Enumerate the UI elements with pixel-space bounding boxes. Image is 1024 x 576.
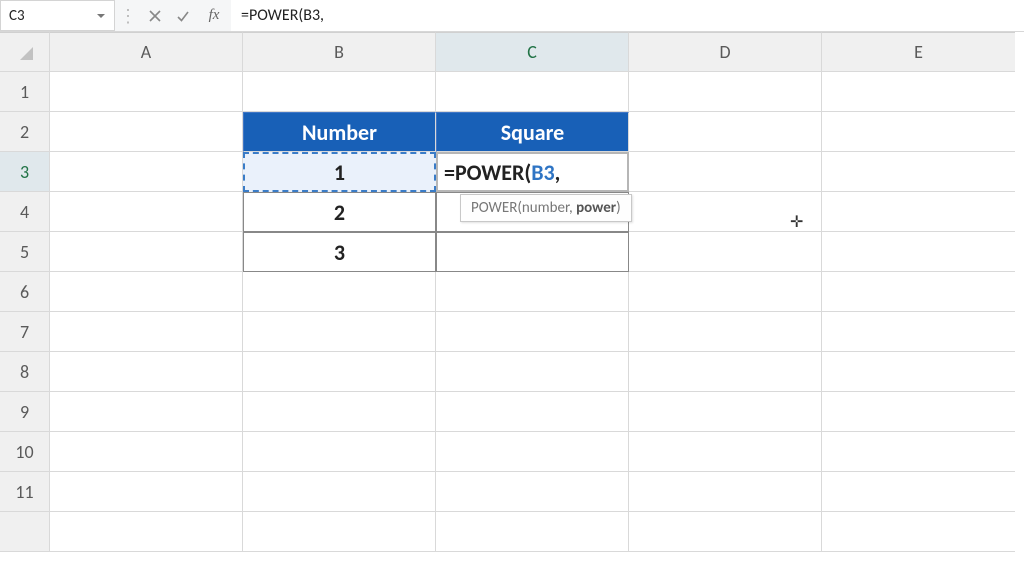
cell-e3[interactable]: [822, 152, 1015, 192]
formula-input-value: =POWER(B3,: [241, 6, 324, 25]
cell-d10[interactable]: [629, 432, 822, 472]
cell-e12[interactable]: [822, 512, 1015, 552]
cell-a3[interactable]: [50, 152, 243, 192]
row-header-12[interactable]: [0, 512, 50, 552]
cell-a8[interactable]: [50, 352, 243, 392]
cell-b12[interactable]: [243, 512, 436, 552]
cell-d11[interactable]: [629, 472, 822, 512]
cell-a2[interactable]: [50, 112, 243, 152]
cell-d1[interactable]: [629, 72, 822, 112]
cell-c1[interactable]: [436, 72, 629, 112]
spreadsheet-grid[interactable]: A B C D E 1 2 Number Square 3 1 =POWER(B…: [0, 32, 1024, 552]
cell-c8[interactable]: [436, 352, 629, 392]
cell-a12[interactable]: [50, 512, 243, 552]
formula-suffix: ,: [555, 159, 561, 186]
table-header-square[interactable]: Square: [436, 112, 629, 152]
cell-d7[interactable]: [629, 312, 822, 352]
cell-b11[interactable]: [243, 472, 436, 512]
cell-b10[interactable]: [243, 432, 436, 472]
cell-e6[interactable]: [822, 272, 1015, 312]
cell-c11[interactable]: [436, 472, 629, 512]
row-header-3[interactable]: 3: [0, 152, 50, 192]
col-header-b[interactable]: B: [243, 32, 436, 72]
select-all-corner[interactable]: [0, 32, 50, 72]
cell-e10[interactable]: [822, 432, 1015, 472]
cell-d2[interactable]: [629, 112, 822, 152]
row-header-9[interactable]: 9: [0, 392, 50, 432]
table-header-number[interactable]: Number: [243, 112, 436, 152]
row-header-7[interactable]: 7: [0, 312, 50, 352]
formula-input[interactable]: =POWER(B3,: [231, 0, 1024, 31]
cell-d12[interactable]: [629, 512, 822, 552]
cell-b5[interactable]: 3: [243, 232, 436, 272]
cell-d6[interactable]: [629, 272, 822, 312]
cell-a1[interactable]: [50, 72, 243, 112]
function-tooltip[interactable]: POWER(number, power): [460, 194, 632, 222]
formula-prefix: =POWER(: [444, 159, 531, 186]
tooltip-fn: POWER: [471, 199, 517, 217]
cell-c12[interactable]: [436, 512, 629, 552]
cell-a4[interactable]: [50, 192, 243, 232]
row-header-10[interactable]: 10: [0, 432, 50, 472]
row-header-5[interactable]: 5: [0, 232, 50, 272]
cell-b7[interactable]: [243, 312, 436, 352]
cell-a5[interactable]: [50, 232, 243, 272]
cell-e2[interactable]: [822, 112, 1015, 152]
cell-c3-formula: =POWER(B3,: [444, 159, 560, 186]
cell-b8[interactable]: [243, 352, 436, 392]
cell-a10[interactable]: [50, 432, 243, 472]
cell-e7[interactable]: [822, 312, 1015, 352]
cell-c6[interactable]: [436, 272, 629, 312]
cell-a11[interactable]: [50, 472, 243, 512]
cell-d8[interactable]: [629, 352, 822, 392]
row-header-2[interactable]: 2: [0, 112, 50, 152]
row-header-8[interactable]: 8: [0, 352, 50, 392]
cell-d5[interactable]: [629, 232, 822, 272]
cell-b3[interactable]: 1: [243, 152, 436, 192]
cell-e5[interactable]: [822, 232, 1015, 272]
cell-b4[interactable]: 2: [243, 192, 436, 232]
col-header-e[interactable]: E: [822, 32, 1015, 72]
cell-d9[interactable]: [629, 392, 822, 432]
row-header-11[interactable]: 11: [0, 472, 50, 512]
tooltip-arg2[interactable]: power: [576, 199, 616, 217]
cell-b9[interactable]: [243, 392, 436, 432]
cell-e11[interactable]: [822, 472, 1015, 512]
col-header-a[interactable]: A: [50, 32, 243, 72]
name-box-value: C3: [9, 7, 25, 25]
cell-c9[interactable]: [436, 392, 629, 432]
cell-c7[interactable]: [436, 312, 629, 352]
cell-c3-active[interactable]: =POWER(B3, POWER(number, power): [436, 152, 629, 192]
cell-c5[interactable]: [436, 232, 629, 272]
fx-icon[interactable]: fx: [197, 7, 231, 24]
cell-d3[interactable]: [629, 152, 822, 192]
cancel-button[interactable]: [141, 0, 169, 31]
cell-e9[interactable]: [822, 392, 1015, 432]
cell-a6[interactable]: [50, 272, 243, 312]
name-box[interactable]: C3: [0, 0, 115, 31]
row-header-6[interactable]: 6: [0, 272, 50, 312]
separator-dots: ⋮: [115, 7, 141, 25]
row-header-1[interactable]: 1: [0, 72, 50, 112]
name-box-dropdown-icon[interactable]: [92, 9, 110, 23]
cell-e4[interactable]: [822, 192, 1015, 232]
cell-d4[interactable]: [629, 192, 822, 232]
cell-a9[interactable]: [50, 392, 243, 432]
enter-button[interactable]: [169, 0, 197, 31]
col-header-c[interactable]: C: [436, 32, 629, 72]
formula-ref: B3: [531, 159, 554, 186]
row-header-4[interactable]: 4: [0, 192, 50, 232]
cell-b6[interactable]: [243, 272, 436, 312]
cell-e1[interactable]: [822, 72, 1015, 112]
cell-b1[interactable]: [243, 72, 436, 112]
tooltip-arg1[interactable]: number: [522, 199, 569, 217]
col-header-d[interactable]: D: [629, 32, 822, 72]
cell-c10[interactable]: [436, 432, 629, 472]
cell-e8[interactable]: [822, 352, 1015, 392]
cell-a7[interactable]: [50, 312, 243, 352]
formula-bar: C3 ⋮ fx =POWER(B3,: [0, 0, 1024, 32]
